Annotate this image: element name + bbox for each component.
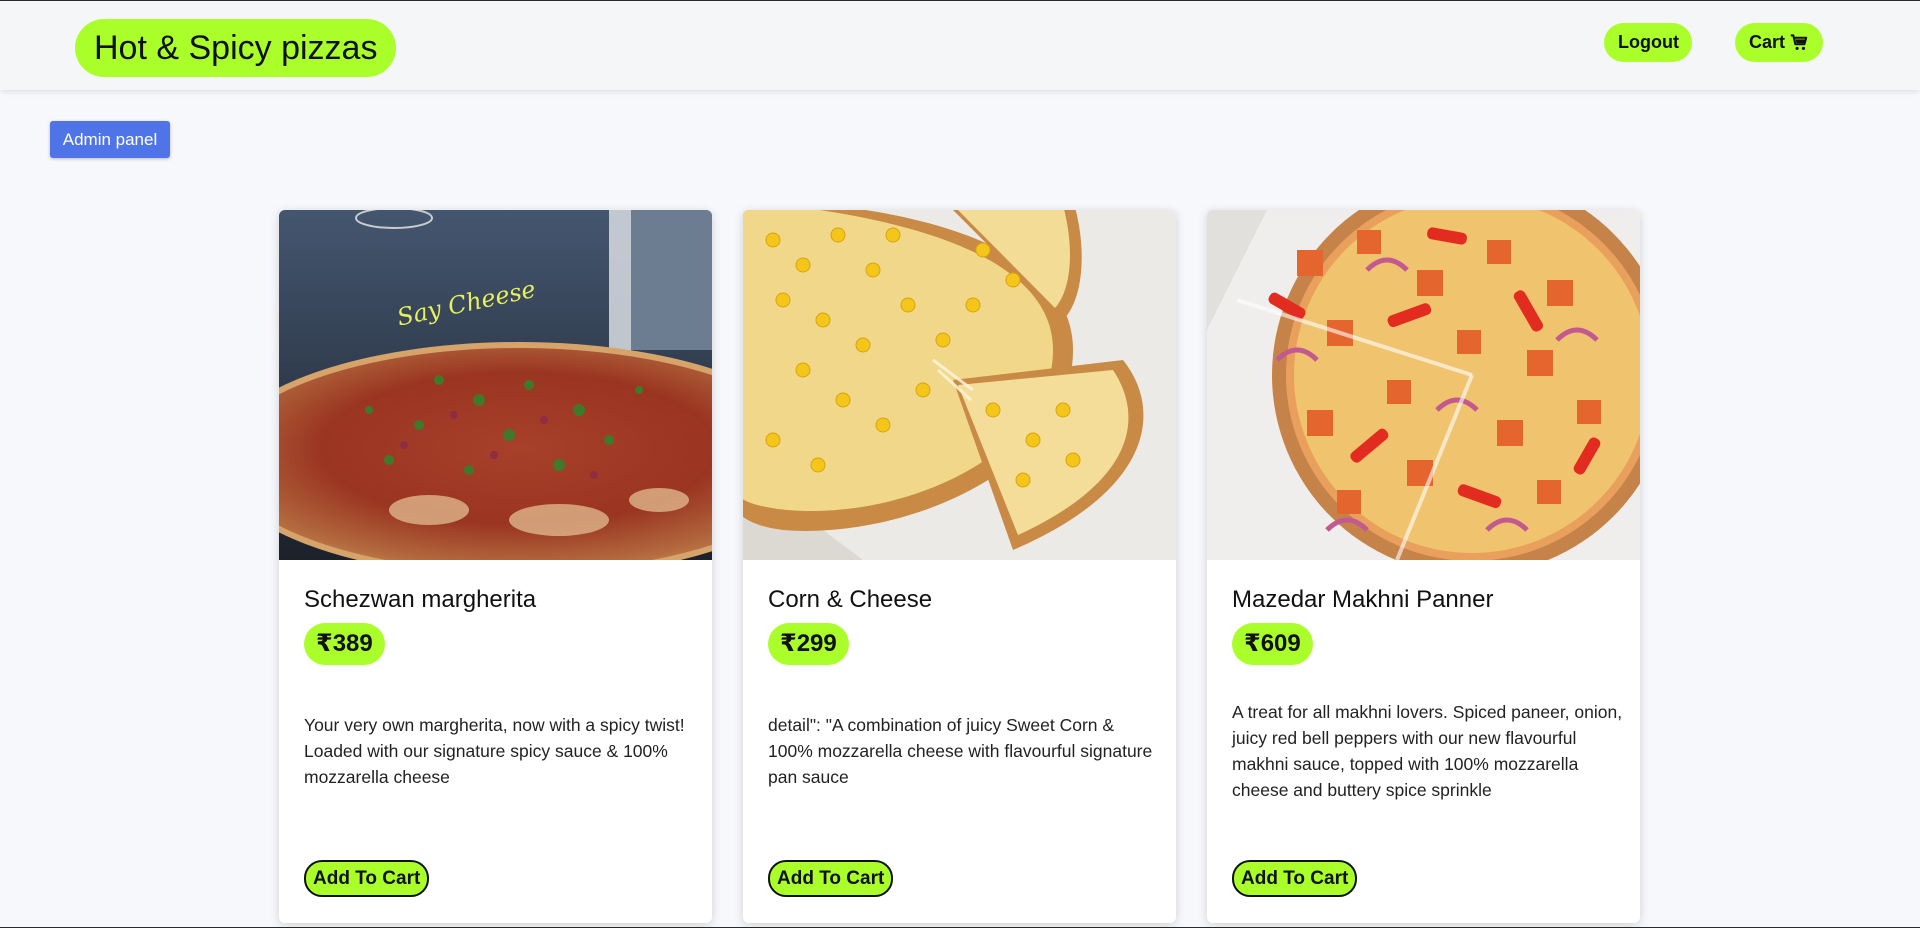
add-to-cart-button[interactable]: Add To Cart	[304, 860, 430, 897]
product-name: Corn & Cheese	[768, 586, 933, 613]
product-description: A treat for all makhni lovers. Spiced pa…	[1232, 702, 1623, 800]
cart-label: Cart	[1749, 32, 1786, 52]
add-to-cart-button[interactable]: Add To Cart	[1232, 860, 1358, 897]
price-badge: ₹389	[304, 623, 385, 665]
add-to-cart-button[interactable]: Add To Cart	[768, 860, 894, 897]
product-card: Mazedar Makhni Panner ₹609 A treat for a…	[1207, 210, 1640, 923]
admin-panel-button[interactable]: Admin panel	[50, 121, 170, 158]
top-navbar: Hot & Spicy pizzas Logout Cart	[0, 1, 1920, 90]
product-name: Schezwan margherita	[304, 586, 537, 613]
shopping-cart-icon	[1790, 34, 1808, 51]
product-image-corn-cheese[interactable]	[743, 210, 1176, 560]
product-name: Mazedar Makhni Panner	[1232, 586, 1494, 613]
cart-button[interactable]: Cart	[1735, 23, 1823, 62]
brand-logo[interactable]: Hot & Spicy pizzas	[75, 19, 397, 77]
product-description: detail": "A combination of juicy Sweet C…	[768, 715, 1153, 787]
price-badge: ₹299	[768, 623, 849, 665]
price-badge: ₹609	[1232, 623, 1313, 665]
product-image-schezwan-margherita[interactable]: Say Cheese	[279, 210, 712, 560]
logout-button[interactable]: Logout	[1604, 23, 1692, 62]
product-card: Say Cheese Schezwan margherita ₹389 Your…	[279, 210, 712, 923]
product-description: Your very own margherita, now with a spi…	[304, 715, 685, 787]
product-card: Corn & Cheese ₹299 detail": "A combinati…	[743, 210, 1176, 923]
product-image-mazedar-makhni-panner[interactable]	[1207, 210, 1640, 560]
